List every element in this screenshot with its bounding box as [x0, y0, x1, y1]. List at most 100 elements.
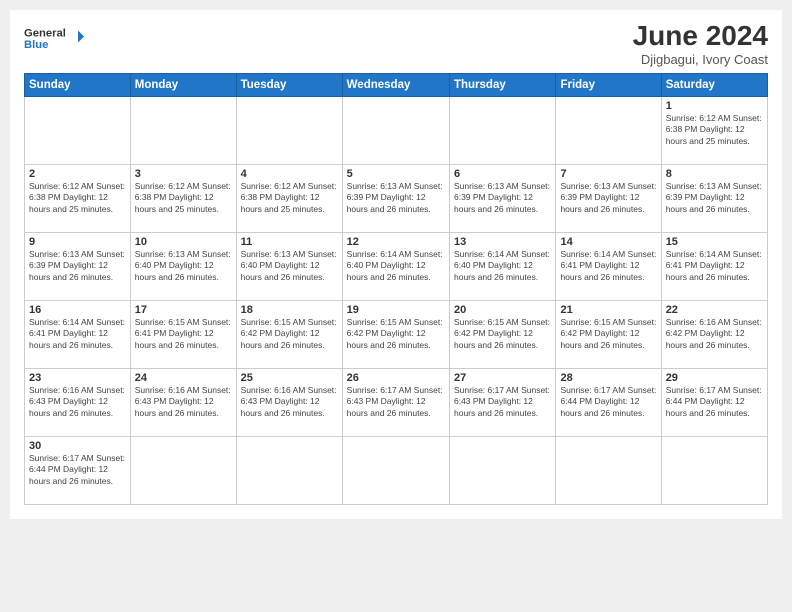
table-row: 30Sunrise: 6:17 AM Sunset: 6:44 PM Dayli…: [25, 437, 131, 505]
table-row: 13Sunrise: 6:14 AM Sunset: 6:40 PM Dayli…: [449, 233, 555, 301]
col-sunday: Sunday: [25, 74, 131, 97]
day-number: 14: [560, 236, 656, 248]
col-thursday: Thursday: [449, 74, 555, 97]
day-info: Sunrise: 6:13 AM Sunset: 6:40 PM Dayligh…: [135, 249, 232, 283]
day-number: 28: [560, 372, 656, 384]
col-tuesday: Tuesday: [236, 74, 342, 97]
table-row: 23Sunrise: 6:16 AM Sunset: 6:43 PM Dayli…: [25, 369, 131, 437]
calendar-header-row: Sunday Monday Tuesday Wednesday Thursday…: [25, 74, 768, 97]
day-info: Sunrise: 6:17 AM Sunset: 6:44 PM Dayligh…: [29, 453, 126, 487]
table-row: 8Sunrise: 6:13 AM Sunset: 6:39 PM Daylig…: [661, 165, 767, 233]
day-info: Sunrise: 6:16 AM Sunset: 6:43 PM Dayligh…: [241, 385, 338, 419]
day-number: 13: [454, 236, 551, 248]
table-row: 28Sunrise: 6:17 AM Sunset: 6:44 PM Dayli…: [556, 369, 661, 437]
location: Djigbagui, Ivory Coast: [633, 52, 768, 67]
day-info: Sunrise: 6:16 AM Sunset: 6:43 PM Dayligh…: [29, 385, 126, 419]
day-number: 23: [29, 372, 126, 384]
table-row: 25Sunrise: 6:16 AM Sunset: 6:43 PM Dayli…: [236, 369, 342, 437]
table-row: [236, 97, 342, 165]
day-info: Sunrise: 6:12 AM Sunset: 6:38 PM Dayligh…: [135, 181, 232, 215]
day-number: 20: [454, 304, 551, 316]
table-row: 19Sunrise: 6:15 AM Sunset: 6:42 PM Dayli…: [342, 301, 449, 369]
day-info: Sunrise: 6:13 AM Sunset: 6:40 PM Dayligh…: [241, 249, 338, 283]
table-row: 11Sunrise: 6:13 AM Sunset: 6:40 PM Dayli…: [236, 233, 342, 301]
day-info: Sunrise: 6:15 AM Sunset: 6:42 PM Dayligh…: [347, 317, 445, 351]
day-number: 22: [666, 304, 763, 316]
day-info: Sunrise: 6:15 AM Sunset: 6:42 PM Dayligh…: [454, 317, 551, 351]
day-number: 3: [135, 168, 232, 180]
page: General Blue June 2024 Djigbagui, Ivory …: [10, 10, 782, 519]
col-monday: Monday: [130, 74, 236, 97]
table-row: 26Sunrise: 6:17 AM Sunset: 6:43 PM Dayli…: [342, 369, 449, 437]
day-info: Sunrise: 6:13 AM Sunset: 6:39 PM Dayligh…: [560, 181, 656, 215]
day-number: 25: [241, 372, 338, 384]
table-row: [556, 97, 661, 165]
table-row: 29Sunrise: 6:17 AM Sunset: 6:44 PM Dayli…: [661, 369, 767, 437]
day-info: Sunrise: 6:13 AM Sunset: 6:39 PM Dayligh…: [666, 181, 763, 215]
calendar-table: Sunday Monday Tuesday Wednesday Thursday…: [24, 73, 768, 505]
day-number: 6: [454, 168, 551, 180]
table-row: 14Sunrise: 6:14 AM Sunset: 6:41 PM Dayli…: [556, 233, 661, 301]
calendar-week-row: 2Sunrise: 6:12 AM Sunset: 6:38 PM Daylig…: [25, 165, 768, 233]
table-row: 22Sunrise: 6:16 AM Sunset: 6:42 PM Dayli…: [661, 301, 767, 369]
day-info: Sunrise: 6:16 AM Sunset: 6:42 PM Dayligh…: [666, 317, 763, 351]
day-info: Sunrise: 6:12 AM Sunset: 6:38 PM Dayligh…: [241, 181, 338, 215]
table-row: 24Sunrise: 6:16 AM Sunset: 6:43 PM Dayli…: [130, 369, 236, 437]
col-saturday: Saturday: [661, 74, 767, 97]
svg-text:General: General: [24, 28, 66, 40]
day-number: 4: [241, 168, 338, 180]
day-info: Sunrise: 6:17 AM Sunset: 6:44 PM Dayligh…: [666, 385, 763, 419]
table-row: [342, 437, 449, 505]
day-number: 2: [29, 168, 126, 180]
day-number: 8: [666, 168, 763, 180]
table-row: [342, 97, 449, 165]
table-row: [449, 437, 555, 505]
table-row: 7Sunrise: 6:13 AM Sunset: 6:39 PM Daylig…: [556, 165, 661, 233]
table-row: 27Sunrise: 6:17 AM Sunset: 6:43 PM Dayli…: [449, 369, 555, 437]
table-row: 4Sunrise: 6:12 AM Sunset: 6:38 PM Daylig…: [236, 165, 342, 233]
day-info: Sunrise: 6:14 AM Sunset: 6:40 PM Dayligh…: [454, 249, 551, 283]
title-block: June 2024 Djigbagui, Ivory Coast: [633, 20, 768, 67]
col-wednesday: Wednesday: [342, 74, 449, 97]
calendar-week-row: 1Sunrise: 6:12 AM Sunset: 6:38 PM Daylig…: [25, 97, 768, 165]
table-row: 20Sunrise: 6:15 AM Sunset: 6:42 PM Dayli…: [449, 301, 555, 369]
day-info: Sunrise: 6:15 AM Sunset: 6:42 PM Dayligh…: [241, 317, 338, 351]
table-row: 5Sunrise: 6:13 AM Sunset: 6:39 PM Daylig…: [342, 165, 449, 233]
table-row: [130, 437, 236, 505]
day-number: 30: [29, 440, 126, 452]
svg-text:Blue: Blue: [24, 39, 48, 51]
table-row: 18Sunrise: 6:15 AM Sunset: 6:42 PM Dayli…: [236, 301, 342, 369]
day-info: Sunrise: 6:13 AM Sunset: 6:39 PM Dayligh…: [29, 249, 126, 283]
day-number: 12: [347, 236, 445, 248]
day-info: Sunrise: 6:14 AM Sunset: 6:41 PM Dayligh…: [560, 249, 656, 283]
table-row: 15Sunrise: 6:14 AM Sunset: 6:41 PM Dayli…: [661, 233, 767, 301]
table-row: 1Sunrise: 6:12 AM Sunset: 6:38 PM Daylig…: [661, 97, 767, 165]
day-number: 26: [347, 372, 445, 384]
day-number: 10: [135, 236, 232, 248]
table-row: 10Sunrise: 6:13 AM Sunset: 6:40 PM Dayli…: [130, 233, 236, 301]
calendar-week-row: 30Sunrise: 6:17 AM Sunset: 6:44 PM Dayli…: [25, 437, 768, 505]
calendar-week-row: 23Sunrise: 6:16 AM Sunset: 6:43 PM Dayli…: [25, 369, 768, 437]
day-number: 27: [454, 372, 551, 384]
day-number: 7: [560, 168, 656, 180]
header: General Blue June 2024 Djigbagui, Ivory …: [24, 20, 768, 67]
day-number: 19: [347, 304, 445, 316]
day-info: Sunrise: 6:16 AM Sunset: 6:43 PM Dayligh…: [135, 385, 232, 419]
day-info: Sunrise: 6:17 AM Sunset: 6:44 PM Dayligh…: [560, 385, 656, 419]
day-info: Sunrise: 6:12 AM Sunset: 6:38 PM Dayligh…: [29, 181, 126, 215]
day-info: Sunrise: 6:13 AM Sunset: 6:39 PM Dayligh…: [454, 181, 551, 215]
table-row: [449, 97, 555, 165]
table-row: 9Sunrise: 6:13 AM Sunset: 6:39 PM Daylig…: [25, 233, 131, 301]
day-info: Sunrise: 6:17 AM Sunset: 6:43 PM Dayligh…: [454, 385, 551, 419]
table-row: 6Sunrise: 6:13 AM Sunset: 6:39 PM Daylig…: [449, 165, 555, 233]
month-title: June 2024: [633, 20, 768, 52]
table-row: [130, 97, 236, 165]
table-row: 3Sunrise: 6:12 AM Sunset: 6:38 PM Daylig…: [130, 165, 236, 233]
table-row: [556, 437, 661, 505]
table-row: 12Sunrise: 6:14 AM Sunset: 6:40 PM Dayli…: [342, 233, 449, 301]
day-number: 1: [666, 100, 763, 112]
day-number: 15: [666, 236, 763, 248]
day-number: 17: [135, 304, 232, 316]
day-info: Sunrise: 6:14 AM Sunset: 6:41 PM Dayligh…: [666, 249, 763, 283]
day-number: 21: [560, 304, 656, 316]
